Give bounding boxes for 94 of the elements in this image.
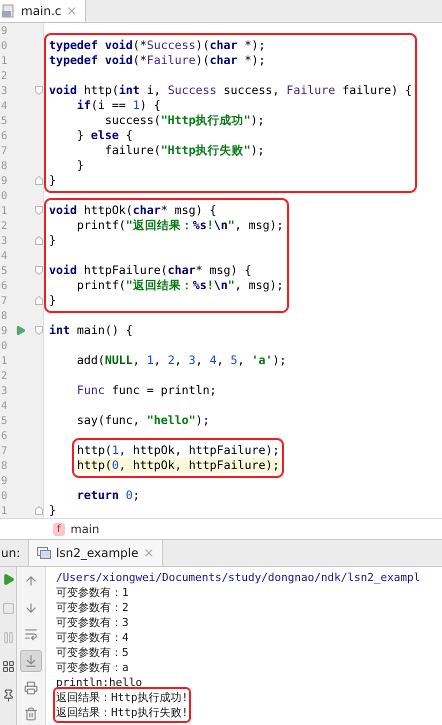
trash-icon	[24, 707, 38, 722]
line-number: 3	[1, 84, 8, 96]
line-number: 7	[1, 444, 8, 456]
code-line: void httpFailure(char* msg) {	[49, 263, 252, 278]
fold-end-icon[interactable]	[35, 296, 43, 305]
line-number: 8	[1, 160, 8, 172]
layout-icon[interactable]	[2, 660, 14, 673]
code-line: }	[49, 173, 57, 188]
breadcrumb-item[interactable]: main	[70, 522, 100, 536]
line-number: 8	[1, 310, 8, 322]
console-line: /Users/xiongwei/Documents/study/dongnao/ndk/lsn2_exampl	[56, 570, 420, 585]
console-line: 可变参数有：5	[56, 645, 130, 660]
fold-end-icon[interactable]	[35, 176, 43, 185]
code-line: }	[76, 158, 85, 173]
code-line: void httpOk(char* msg) {	[49, 203, 218, 218]
pause-icon[interactable]	[2, 631, 14, 644]
fold-end-icon[interactable]	[35, 236, 43, 245]
line-number: 4	[1, 400, 8, 412]
line-number: 2	[1, 70, 8, 82]
code-line: Func func = println;	[76, 383, 218, 398]
code-line: printf("返回结果：%s!\n", msg);	[76, 218, 284, 233]
line-number: 4	[1, 250, 8, 262]
line-number: 9	[1, 174, 8, 186]
code-line: typedef void(*Success)(char *);	[49, 38, 266, 53]
editor-tab[interactable]: main.c ×	[0, 0, 86, 22]
line-number: 7	[1, 144, 8, 156]
line-number: 6	[1, 430, 8, 442]
line-number: 2	[1, 220, 8, 232]
scroll-to-end-button[interactable]	[20, 650, 42, 672]
line-number: 0	[1, 40, 8, 52]
code-line: }	[49, 293, 57, 308]
console-line: 可变参数有：3	[56, 615, 130, 630]
console-line: 可变参数有：a	[56, 660, 130, 675]
console-line: 可变参数有：1	[56, 585, 130, 600]
code-line: add(NULL, 1, 2, 3, 4, 5, 'a');	[76, 353, 288, 368]
fold-icon[interactable]	[35, 86, 43, 95]
run-icon[interactable]	[15, 325, 26, 336]
line-number: 1	[1, 54, 8, 66]
function-badge: f	[53, 522, 65, 536]
code-line: say(func, "hello");	[76, 413, 211, 428]
line-number: 0	[1, 490, 8, 502]
fold-icon[interactable]	[35, 266, 43, 275]
line-number: 2	[1, 370, 8, 382]
line-number: 8	[1, 460, 8, 472]
fold-icon[interactable]	[35, 326, 43, 335]
code-line: int main() {	[49, 323, 134, 338]
line-number: 9	[1, 324, 8, 336]
console-line: println:hello	[56, 675, 144, 690]
line-number: 5	[1, 414, 8, 426]
tab-label[interactable]: lsn2_example	[56, 546, 138, 560]
code-line: void http(int i, Success success, Failure failure) {	[49, 83, 412, 98]
line-number: 1	[1, 354, 8, 366]
wrap-icon	[24, 627, 38, 642]
stop-icon[interactable]	[2, 602, 14, 615]
play-icon[interactable]	[2, 573, 14, 586]
run-label: un:	[1, 546, 22, 560]
run-tab[interactable]: lsn2_example ×	[28, 540, 164, 566]
code-line: success("Http执行成功");	[104, 113, 266, 128]
line-number: 5	[1, 264, 8, 276]
code-line: } else {	[76, 128, 134, 143]
window-icon	[37, 547, 51, 559]
c-file-icon	[2, 4, 16, 18]
pin-icon[interactable]	[2, 689, 14, 702]
line-number: 0	[1, 340, 8, 352]
line-number: 5	[1, 114, 8, 126]
console-line: 返回结果：Http执行成功!	[56, 690, 188, 705]
fold-end-icon[interactable]	[35, 506, 43, 515]
code-line: failure("Http执行失败");	[104, 143, 266, 158]
console-line: 可变参数有：4	[56, 630, 130, 645]
console-line: 可变参数有：2	[56, 600, 130, 615]
line-number: 1	[1, 504, 8, 516]
line-number: 1	[1, 204, 8, 216]
code-line: return 0;	[76, 488, 141, 503]
line-number: 6	[1, 280, 8, 292]
code-line: if(i == 1) {	[76, 98, 162, 113]
code-line: }	[49, 233, 57, 248]
line-number: 7	[1, 294, 8, 306]
arrow-down-icon	[24, 600, 38, 614]
line-number: 9	[1, 474, 8, 486]
fold-icon[interactable]	[35, 206, 43, 215]
console-line: 返回结果：Http执行失败!	[56, 705, 188, 720]
code-line: }	[49, 503, 57, 518]
code-line: http(1, httpOk, httpFailure);	[77, 443, 280, 458]
line-number: 3	[1, 384, 8, 396]
line-number: 9	[1, 24, 8, 36]
code-line: typedef void(*Failure)(char *);	[49, 53, 266, 68]
tab-label[interactable]: main.c	[21, 4, 62, 18]
arrow-to-line-icon	[24, 654, 38, 668]
printer-icon	[24, 680, 38, 695]
line-number: 6	[1, 130, 8, 142]
line-number: 0	[1, 190, 8, 202]
code-line: printf("返回结果：%s!\n", msg);	[76, 278, 284, 293]
line-number: 3	[1, 234, 8, 246]
line-number: 4	[1, 100, 8, 112]
